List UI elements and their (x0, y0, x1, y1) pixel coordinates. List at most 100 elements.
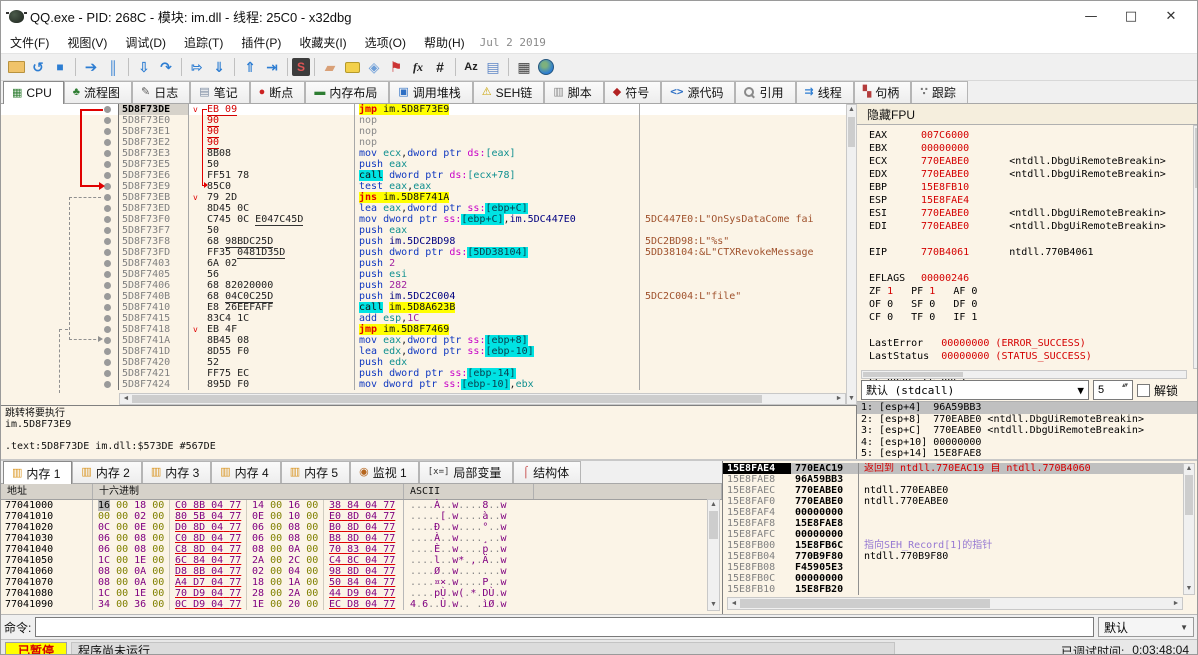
stack-row[interactable]: 15E8FAFC00000000 (723, 529, 1185, 540)
register-row[interactable]: EDI 770EABE0 <ntdll.DbgUiRemoteBreakin> (869, 220, 1187, 233)
breakpoint-dot-icon[interactable] (104, 359, 111, 366)
disasm-row[interactable]: 5D8F73E550push eax (1, 159, 846, 170)
menu-item[interactable]: 收藏夹(I) (290, 34, 355, 52)
breakpoint-dot-icon[interactable] (104, 326, 111, 333)
arg-row[interactable]: 4: [esp+10] 00000000 (857, 437, 1198, 449)
stack-row[interactable]: 15E8FAF400000000 (723, 507, 1185, 518)
breakpoint-dot-icon[interactable] (104, 139, 111, 146)
registers-hscrollbar[interactable] (861, 370, 1187, 379)
register-row[interactable]: EAX 007C6000 (869, 129, 1187, 142)
stop-icon[interactable] (49, 57, 71, 77)
arg-row[interactable]: 1: [esp+4] 96A59BB3 (857, 402, 1198, 414)
hide-fpu-button[interactable]: 隐藏FPU (857, 104, 1197, 125)
tab-流程图[interactable]: 流程图 (64, 81, 132, 103)
tab-内存布局[interactable]: 内存布局 (305, 81, 389, 103)
dump-row[interactable]: 7704109034 00 36 000C D9 04 771E 00 20 0… (1, 599, 722, 610)
breakpoint-dot-icon[interactable] (104, 293, 111, 300)
breakpoint-dot-icon[interactable] (104, 161, 111, 168)
dump-row[interactable]: 7704101000 00 02 0080 5B 04 770E 00 10 0… (1, 511, 722, 522)
disasm-row[interactable]: 5D8F7421FF75 ECpush dword ptr ss:[ebp-14… (1, 368, 846, 379)
stack-row[interactable]: 15E8FAF0770EABE0ntdll.770EABE0 (723, 496, 1185, 507)
scylla-icon[interactable] (292, 58, 310, 76)
arg-row[interactable]: 2: [esp+8] 770EABE0 <ntdll.DbgUiRemoteBr… (857, 414, 1198, 426)
disasm-row[interactable]: 5D8F74036A 02push 2 (1, 258, 846, 269)
breakpoint-dot-icon[interactable] (104, 370, 111, 377)
stack-row[interactable]: 15E8FB0015E8FB6C指向SEH_Record[1]的指针 (723, 540, 1185, 551)
dump-tab-内存 5[interactable]: 内存 5 (281, 461, 350, 483)
breakpoint-dot-icon[interactable] (104, 205, 111, 212)
disasm-row[interactable]: 5D8F740B68 04C0C25Dpush im.5DC2C0045DC2C… (1, 291, 846, 302)
register-row[interactable]: ESI 770EABE0 <ntdll.DbgUiRemoteBreakin> (869, 207, 1187, 220)
disasm-row[interactable]: 5D8F73E38B08mov ecx,dword ptr ds:[eax] (1, 148, 846, 159)
dump-tab-内存 1[interactable]: 内存 1 (3, 461, 72, 484)
stack-vscrollbar[interactable]: ▲ ▼ (1183, 463, 1195, 595)
function-icon[interactable] (407, 57, 429, 77)
disasm-row[interactable]: 5D8F73F868 98BDC25Dpush im.5DC2BD985DC2B… (1, 236, 846, 247)
dump-row[interactable]: 7704107008 00 0A 00A4 D7 04 7718 00 1A 0… (1, 577, 722, 588)
tab-笔记[interactable]: 笔记 (190, 81, 249, 103)
menu-item[interactable]: 文件(F) (1, 34, 58, 52)
tab-符号[interactable]: 符号 (604, 81, 661, 103)
breakpoint-dot-icon[interactable] (104, 337, 111, 344)
run-to-user-code-icon[interactable] (261, 57, 283, 77)
tab-调用堆栈[interactable]: 调用堆栈 (389, 81, 472, 103)
breakpoint-dot-icon[interactable] (104, 117, 111, 124)
register-row[interactable]: ECX 770EABE0 <ntdll.DbgUiRemoteBreakin> (869, 155, 1187, 168)
breakpoint-dot-icon[interactable] (104, 271, 111, 278)
menu-item[interactable]: 视图(V) (58, 34, 116, 52)
register-row[interactable]: EBP 15E8FB10 (869, 181, 1187, 194)
dump-row[interactable]: 770410801C 00 1E 0070 D9 04 7728 00 2A 0… (1, 588, 722, 599)
stack-hscrollbar[interactable]: ◄ ► (727, 597, 1183, 610)
animate-into-icon[interactable] (186, 57, 208, 77)
register-row[interactable]: EFLAGS 00000246 (869, 272, 1187, 285)
disasm-row[interactable]: 5D8F7424895D F0mov dword ptr ss:[ebp-10]… (1, 379, 846, 390)
breakpoint-dot-icon[interactable] (104, 249, 111, 256)
bookmark-icon[interactable] (385, 57, 407, 77)
calling-convention-select[interactable]: 默认 (stdcall) ▼ (861, 380, 1089, 400)
tab-线程[interactable]: 线程 (796, 81, 854, 103)
breakpoint-dot-icon[interactable] (104, 183, 111, 190)
stack-row[interactable]: 15E8FAE4770EAC19返回到 ntdll.770EAC19 自 ntd… (723, 463, 1185, 474)
execute-till-return-icon[interactable] (239, 57, 261, 77)
register-row[interactable]: EDX 770EABE0 <ntdll.DbgUiRemoteBreakin> (869, 168, 1187, 181)
minimize-button[interactable]: — (1071, 7, 1111, 26)
menu-item[interactable]: 帮助(H) (415, 34, 474, 52)
breakpoint-dot-icon[interactable] (104, 260, 111, 267)
breakpoint-dot-icon[interactable] (104, 227, 111, 234)
pause-icon[interactable] (102, 57, 124, 77)
disasm-vscrollbar[interactable]: ▲ ▼ (846, 104, 857, 405)
disasm-row[interactable]: 5D8F741D8D55 F0lea edx,dword ptr ss:[ebp… (1, 346, 846, 357)
command-input[interactable] (35, 617, 1094, 637)
disasm-row[interactable]: 5D8F7410E8 26EEFAFFcall im.5D8A623B (1, 302, 846, 313)
tab-跟踪[interactable]: 跟踪 (911, 81, 968, 103)
tab-脚本[interactable]: 脚本 (544, 81, 603, 103)
dump-row[interactable]: 770410200C 00 0E 00D0 8D 04 7706 00 08 0… (1, 522, 722, 533)
breakpoint-dot-icon[interactable] (104, 172, 111, 179)
arg-row[interactable]: 5: [esp+14] 15E8FAE8 (857, 448, 1198, 460)
tab-日志[interactable]: 日志 (132, 81, 190, 103)
dump-tab-结构体[interactable]: 结构体 (513, 461, 581, 483)
patch-icon[interactable] (319, 57, 341, 77)
breakpoint-dot-icon[interactable] (104, 348, 111, 355)
menu-item[interactable]: 追踪(T) (175, 34, 232, 52)
breakpoint-dot-icon[interactable] (104, 315, 111, 322)
disasm-row[interactable]: 5D8F73DEvEB 09jmp im.5D8F73E9 (1, 104, 846, 115)
dump-tab-内存 3[interactable]: 内存 3 (142, 461, 211, 483)
disasm-hscrollbar[interactable]: ◄ ► (119, 393, 846, 405)
disasm-row[interactable]: 5D8F741A8B45 08mov eax,dword ptr ss:[ebp… (1, 335, 846, 346)
maximize-button[interactable]: □ (1111, 7, 1151, 26)
tab-SEH链[interactable]: SEH链 (473, 81, 545, 103)
disasm-row[interactable]: 5D8F73E290nop (1, 137, 846, 148)
label-icon[interactable] (363, 57, 385, 77)
dump-row[interactable]: 7704106008 00 0A 00D8 8B 04 7702 00 04 0… (1, 566, 722, 577)
tab-断点[interactable]: 断点 (250, 81, 306, 103)
disasm-row[interactable]: 5D8F740556push esi (1, 269, 846, 280)
tab-句柄[interactable]: 句柄 (854, 81, 911, 103)
stack-row[interactable]: 15E8FB1015E8FB20 (723, 584, 1185, 595)
disasm-row[interactable]: 5D8F73ED8D45 0Clea eax,dword ptr ss:[ebp… (1, 203, 846, 214)
arg-row[interactable]: 3: [esp+C] 770EABE0 <ntdll.DbgUiRemoteBr… (857, 425, 1198, 437)
dump-tab-监视 1[interactable]: 监视 1 (350, 461, 419, 483)
disasm-row[interactable]: 5D8F73E190nop (1, 126, 846, 137)
breakpoint-dot-icon[interactable] (104, 150, 111, 157)
hash-icon[interactable] (429, 57, 451, 77)
